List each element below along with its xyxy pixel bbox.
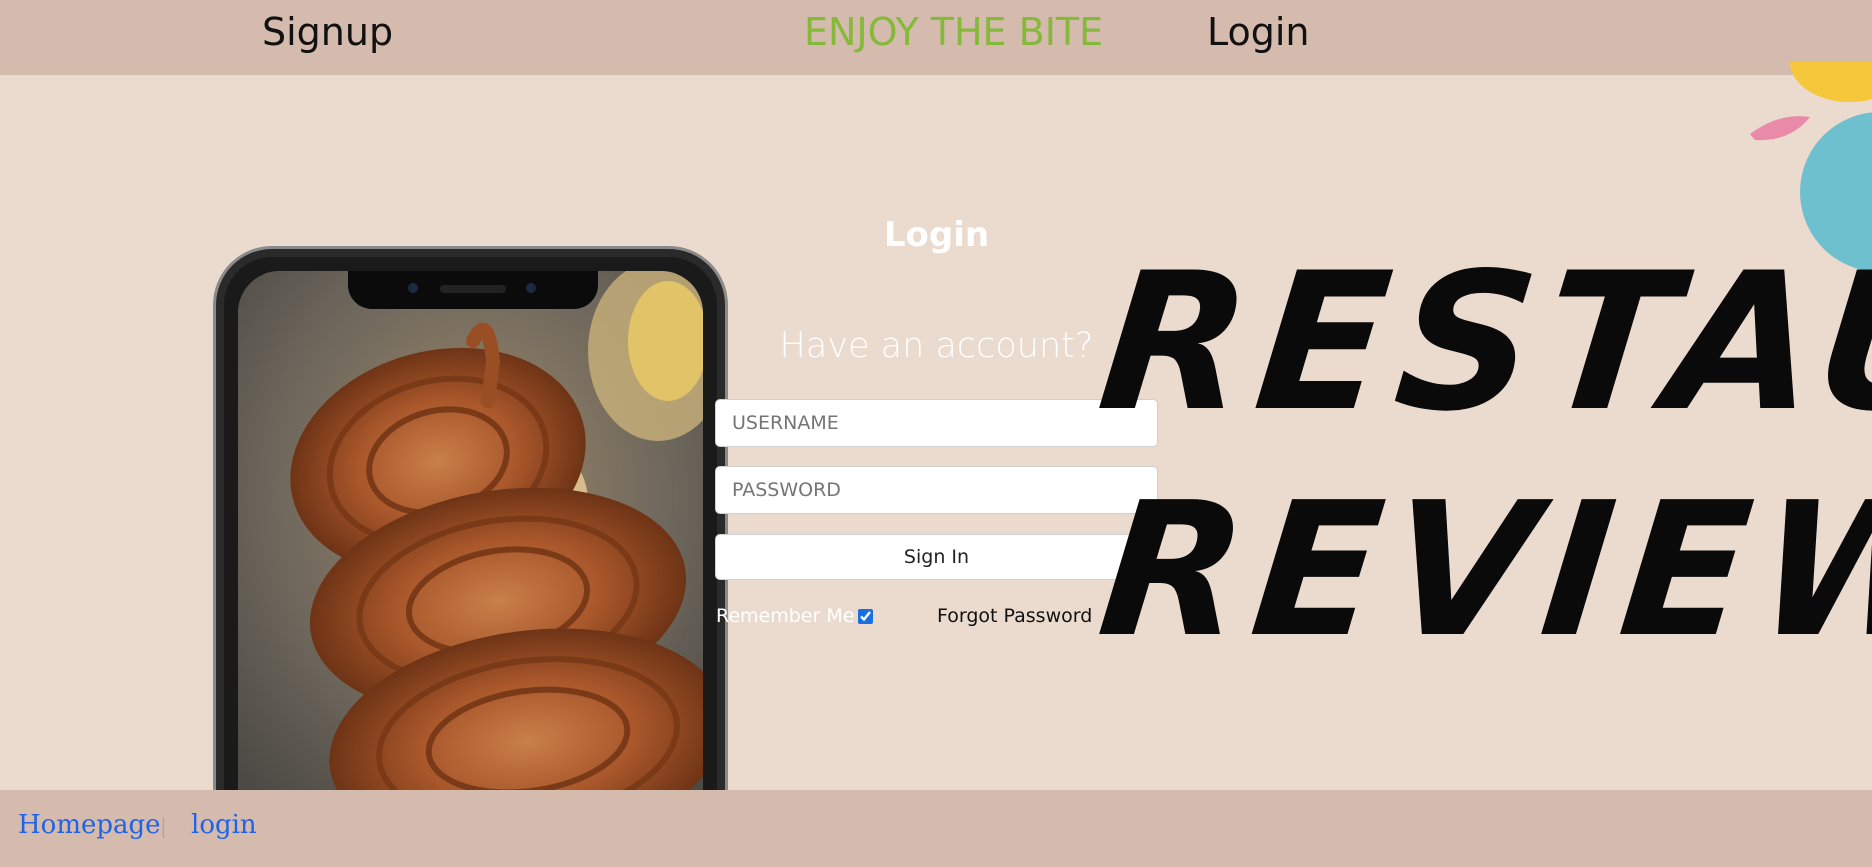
footer: Homepage | login [0, 790, 1872, 867]
remember-me[interactable]: Remember Me [716, 605, 874, 627]
nav-signup-link[interactable]: Signup [262, 10, 393, 54]
restaurant-review-art: RESTAUR REVIEW [1090, 62, 1872, 682]
nav-brand-link[interactable]: ENJOY THE BITE [804, 10, 1103, 54]
remember-me-label: Remember Me [716, 605, 855, 627]
phone-side-button [216, 547, 217, 617]
phone-side-button [216, 457, 217, 527]
speaker-icon [440, 285, 506, 293]
food-photo-svg [238, 271, 703, 809]
remember-me-checkbox[interactable] [858, 608, 874, 624]
breadcrumb-separator: | [160, 814, 167, 838]
camera-icon [526, 283, 536, 293]
art-text-line2: REVIEW [1090, 462, 1872, 678]
phone-mockup-image [216, 249, 725, 809]
phone-notch [348, 271, 598, 309]
art-text-line1: RESTAUR [1090, 232, 1872, 453]
food-photo-image [238, 271, 703, 809]
footer-homepage-link[interactable]: Homepage [18, 810, 161, 840]
nav-login-link[interactable]: Login [1207, 10, 1310, 54]
forgot-password-link[interactable]: Forgot Password [937, 605, 1092, 627]
camera-icon [408, 283, 418, 293]
footer-login-link[interactable]: login [191, 810, 257, 840]
